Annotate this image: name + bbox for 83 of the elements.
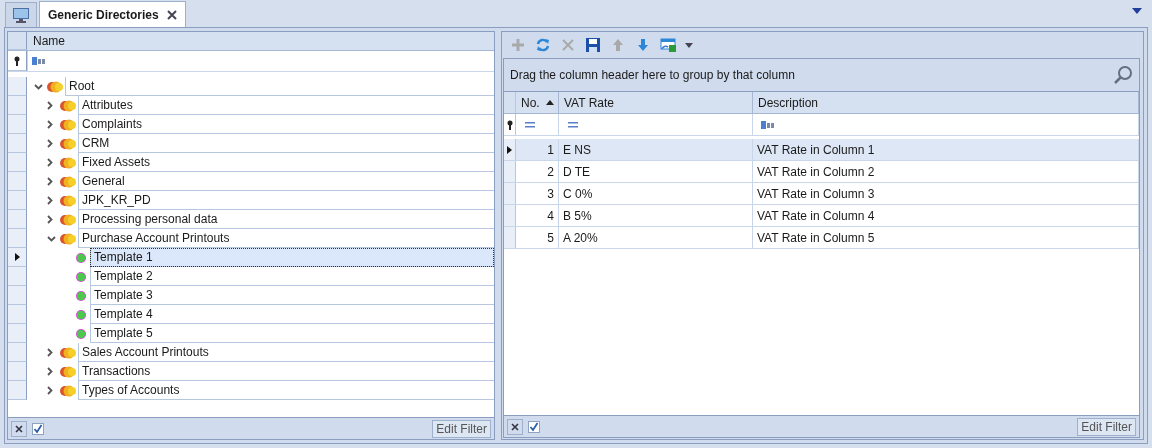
caret-icon[interactable]	[685, 42, 693, 48]
expand-icon[interactable]	[47, 215, 53, 224]
row-header	[504, 205, 516, 226]
table-cell: 3	[516, 183, 559, 204]
export-icon[interactable]	[660, 37, 676, 53]
tree-item[interactable]: CRM	[78, 134, 494, 153]
down-arrow-icon[interactable]	[635, 37, 651, 53]
tree-item[interactable]: Processing personal data	[78, 210, 494, 229]
table-cell: B 5%	[559, 205, 753, 226]
dropdown-icon[interactable]	[1132, 8, 1142, 14]
row-header	[504, 183, 516, 204]
expand-icon[interactable]	[47, 158, 53, 167]
tree-item[interactable]: JPK_KR_PD	[78, 191, 494, 210]
text-filter-icon	[32, 56, 45, 66]
tree-item[interactable]: Template 2	[90, 267, 494, 286]
pin-icon	[13, 55, 21, 66]
expand-icon[interactable]	[47, 196, 53, 205]
table-cell: A 20%	[559, 227, 753, 248]
tree-item[interactable]: Complaints	[78, 115, 494, 134]
table-cell: VAT Rate in Column 5	[753, 227, 1139, 248]
table-cell: 5	[516, 227, 559, 248]
text-filter-icon	[761, 119, 774, 130]
table-cell: D TE	[559, 161, 753, 182]
row-header	[504, 227, 516, 248]
tree-item[interactable]: Template 3	[90, 286, 494, 305]
pin-icon	[505, 119, 514, 130]
tree-item[interactable]: Root	[65, 77, 494, 96]
table-cell: VAT Rate in Column 3	[753, 183, 1139, 204]
close-icon	[510, 421, 520, 432]
monitor-button[interactable]	[5, 2, 37, 27]
checkbox[interactable]	[32, 422, 44, 435]
row-indicator-icon	[14, 253, 20, 261]
table-cell: C 0%	[559, 183, 753, 204]
table-cell: 2	[516, 161, 559, 182]
expand-icon[interactable]	[47, 101, 53, 110]
equals-icon	[567, 119, 579, 130]
edit-filter-button[interactable]: Edit Filter	[1077, 417, 1136, 436]
dot-icon	[75, 250, 87, 265]
expand-icon[interactable]	[47, 139, 53, 148]
dot-icon	[75, 307, 87, 322]
close-icon[interactable]	[166, 9, 177, 20]
table-cell: 1	[516, 139, 559, 160]
save-icon[interactable]	[585, 37, 601, 53]
collapse-icon[interactable]	[34, 83, 43, 90]
monitor-icon	[11, 6, 31, 24]
expand-icon[interactable]	[47, 120, 53, 129]
group-panel-hint: Drag the column header here to group by that column	[510, 68, 795, 82]
tree-item[interactable]: Template 4	[90, 305, 494, 324]
search-icon[interactable]	[1113, 65, 1133, 85]
column-header[interactable]: Description	[753, 92, 1139, 113]
close-icon	[14, 423, 24, 434]
tree-item[interactable]: Attributes	[78, 96, 494, 115]
tab-title: Generic Directories	[48, 7, 159, 22]
column-header[interactable]: VAT Rate	[559, 92, 753, 113]
table-cell: VAT Rate in Column 4	[753, 205, 1139, 226]
tree-item[interactable]: General	[78, 172, 494, 191]
dot-icon	[75, 326, 87, 341]
expand-icon[interactable]	[47, 348, 53, 357]
checkbox[interactable]	[528, 420, 540, 433]
table-cell: 4	[516, 205, 559, 226]
edit-filter-button[interactable]: Edit Filter	[432, 419, 491, 438]
table-cell: VAT Rate in Column 2	[753, 161, 1139, 182]
tab[interactable]: Generic Directories	[39, 1, 186, 27]
refresh-icon[interactable]	[535, 37, 551, 53]
column-header[interactable]: No.	[516, 92, 559, 113]
clear-filter-button[interactable]	[507, 418, 523, 435]
expand-icon[interactable]	[47, 177, 53, 186]
tree-item[interactable]: Sales Account Printouts	[78, 343, 494, 362]
row-indicator-icon	[507, 145, 512, 154]
expand-icon[interactable]	[47, 367, 53, 376]
tree-item[interactable]: Transactions	[78, 362, 494, 381]
clear-filter-button[interactable]	[11, 420, 27, 437]
equals-icon	[524, 119, 536, 130]
table-cell: VAT Rate in Column 1	[753, 139, 1139, 160]
tree-item[interactable]: Template 5	[90, 324, 494, 343]
dot-icon	[75, 288, 87, 303]
expand-icon[interactable]	[47, 386, 53, 395]
dot-icon	[75, 269, 87, 284]
tree-item[interactable]: Template 1	[90, 248, 494, 267]
tree-item[interactable]: Fixed Assets	[78, 153, 494, 172]
collapse-icon[interactable]	[47, 235, 56, 242]
table-cell: E NS	[559, 139, 753, 160]
tree-item[interactable]: Types of Accounts	[78, 381, 494, 400]
